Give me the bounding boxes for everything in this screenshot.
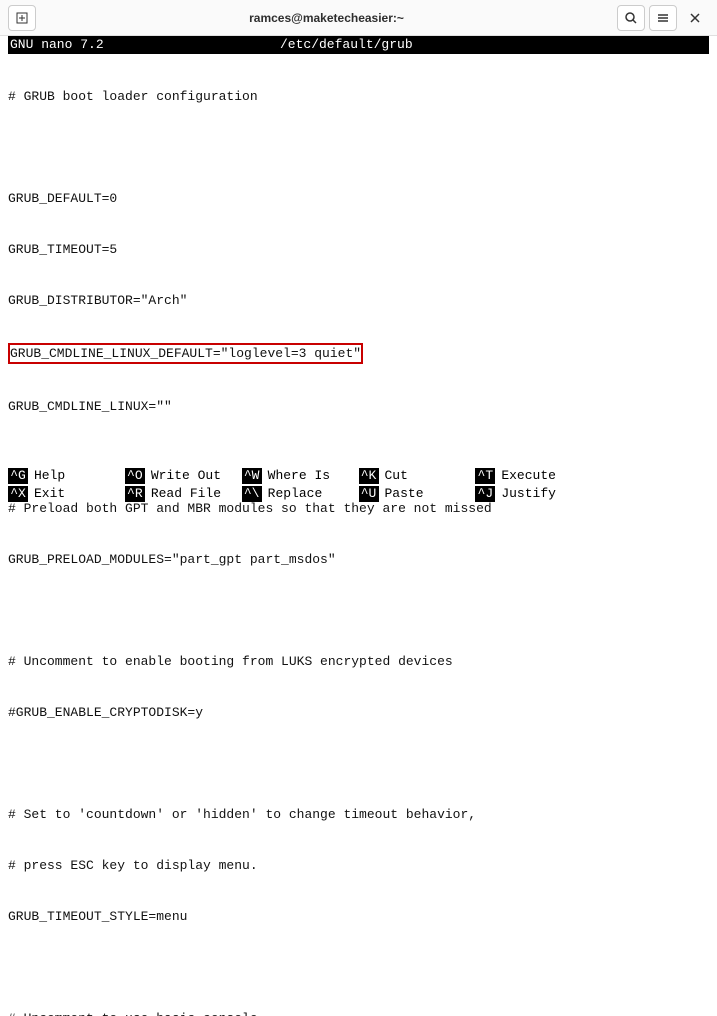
file-line: GRUB_TIMEOUT_STYLE=menu [8, 908, 709, 925]
file-line [8, 755, 709, 772]
shortcut-help[interactable]: ^G Help [8, 468, 125, 484]
key-label: ^K [359, 468, 379, 484]
plus-icon [15, 11, 29, 25]
file-line: GRUB_DISTRIBUTOR="Arch" [8, 292, 709, 309]
file-line: # Preload both GPT and MBR modules so th… [8, 500, 709, 517]
close-icon [689, 12, 701, 24]
key-label: ^W [242, 468, 262, 484]
nano-filepath: /etc/default/grub [104, 36, 589, 54]
key-label: ^O [125, 468, 145, 484]
shortcut-justify[interactable]: ^J Justify [475, 486, 592, 502]
menu-button[interactable] [649, 5, 677, 31]
file-line: # Uncomment to use basic console [8, 1010, 709, 1016]
editor-content[interactable]: # GRUB boot loader configuration GRUB_DE… [0, 54, 717, 1016]
shortcut-label: Help [34, 468, 65, 484]
titlebar-right [617, 5, 709, 31]
file-line: GRUB_DEFAULT=0 [8, 190, 709, 207]
file-line: # Uncomment to enable booting from LUKS … [8, 653, 709, 670]
file-line: GRUB_PRELOAD_MODULES="part_gpt part_msdo… [8, 551, 709, 568]
highlighted-line: GRUB_CMDLINE_LINUX_DEFAULT="loglevel=3 q… [8, 343, 363, 364]
titlebar-left [8, 5, 36, 31]
shortcut-replace[interactable]: ^\ Replace [242, 486, 359, 502]
search-icon [624, 11, 638, 25]
shortcut-exit[interactable]: ^X Exit [8, 486, 125, 502]
shortcut-label: Execute [501, 468, 556, 484]
shortcut-label: Replace [268, 486, 323, 502]
hamburger-icon [656, 11, 670, 25]
file-line [8, 602, 709, 619]
shortcut-whereis[interactable]: ^W Where Is [242, 468, 359, 484]
key-label: ^U [359, 486, 379, 502]
nano-shortcuts: ^G Help ^O Write Out ^W Where Is ^K Cut ^T Ex… [8, 468, 709, 502]
close-button[interactable] [681, 5, 709, 31]
file-line: # press ESC key to display menu. [8, 857, 709, 874]
key-label: ^\ [242, 486, 262, 502]
nano-app-name: GNU nano 7.2 [8, 36, 104, 54]
shortcut-cut[interactable]: ^K Cut [359, 468, 476, 484]
shortcut-execute[interactable]: ^T Execute [475, 468, 592, 484]
key-label: ^X [8, 486, 28, 502]
file-line: # GRUB boot loader configuration [8, 88, 709, 105]
key-label: ^R [125, 486, 145, 502]
file-line: GRUB_CMDLINE_LINUX="" [8, 398, 709, 415]
shortcut-writeout[interactable]: ^O Write Out [125, 468, 242, 484]
file-line: GRUB_CMDLINE_LINUX_DEFAULT="loglevel=3 q… [8, 343, 709, 364]
key-label: ^T [475, 468, 495, 484]
shortcut-label: Cut [385, 468, 408, 484]
shortcut-paste[interactable]: ^U Paste [359, 486, 476, 502]
file-line [8, 139, 709, 156]
window-title: ramces@maketecheasier:~ [36, 11, 617, 25]
shortcut-readfile[interactable]: ^R Read File [125, 486, 242, 502]
key-label: ^G [8, 468, 28, 484]
nano-header-right [589, 36, 709, 54]
shortcut-label: Paste [385, 486, 424, 502]
window-titlebar: ramces@maketecheasier:~ [0, 0, 717, 36]
shortcut-label: Justify [501, 486, 556, 502]
file-line: #GRUB_ENABLE_CRYPTODISK=y [8, 704, 709, 721]
file-line: GRUB_TIMEOUT=5 [8, 241, 709, 258]
nano-header: GNU nano 7.2 /etc/default/grub [8, 36, 709, 54]
search-button[interactable] [617, 5, 645, 31]
key-label: ^J [475, 486, 495, 502]
file-line [8, 959, 709, 976]
shortcut-label: Read File [151, 486, 221, 502]
file-line [8, 449, 709, 466]
shortcut-label: Exit [34, 486, 65, 502]
file-line: # Set to 'countdown' or 'hidden' to chan… [8, 806, 709, 823]
new-tab-button[interactable] [8, 5, 36, 31]
shortcut-label: Write Out [151, 468, 221, 484]
shortcut-label: Where Is [268, 468, 330, 484]
